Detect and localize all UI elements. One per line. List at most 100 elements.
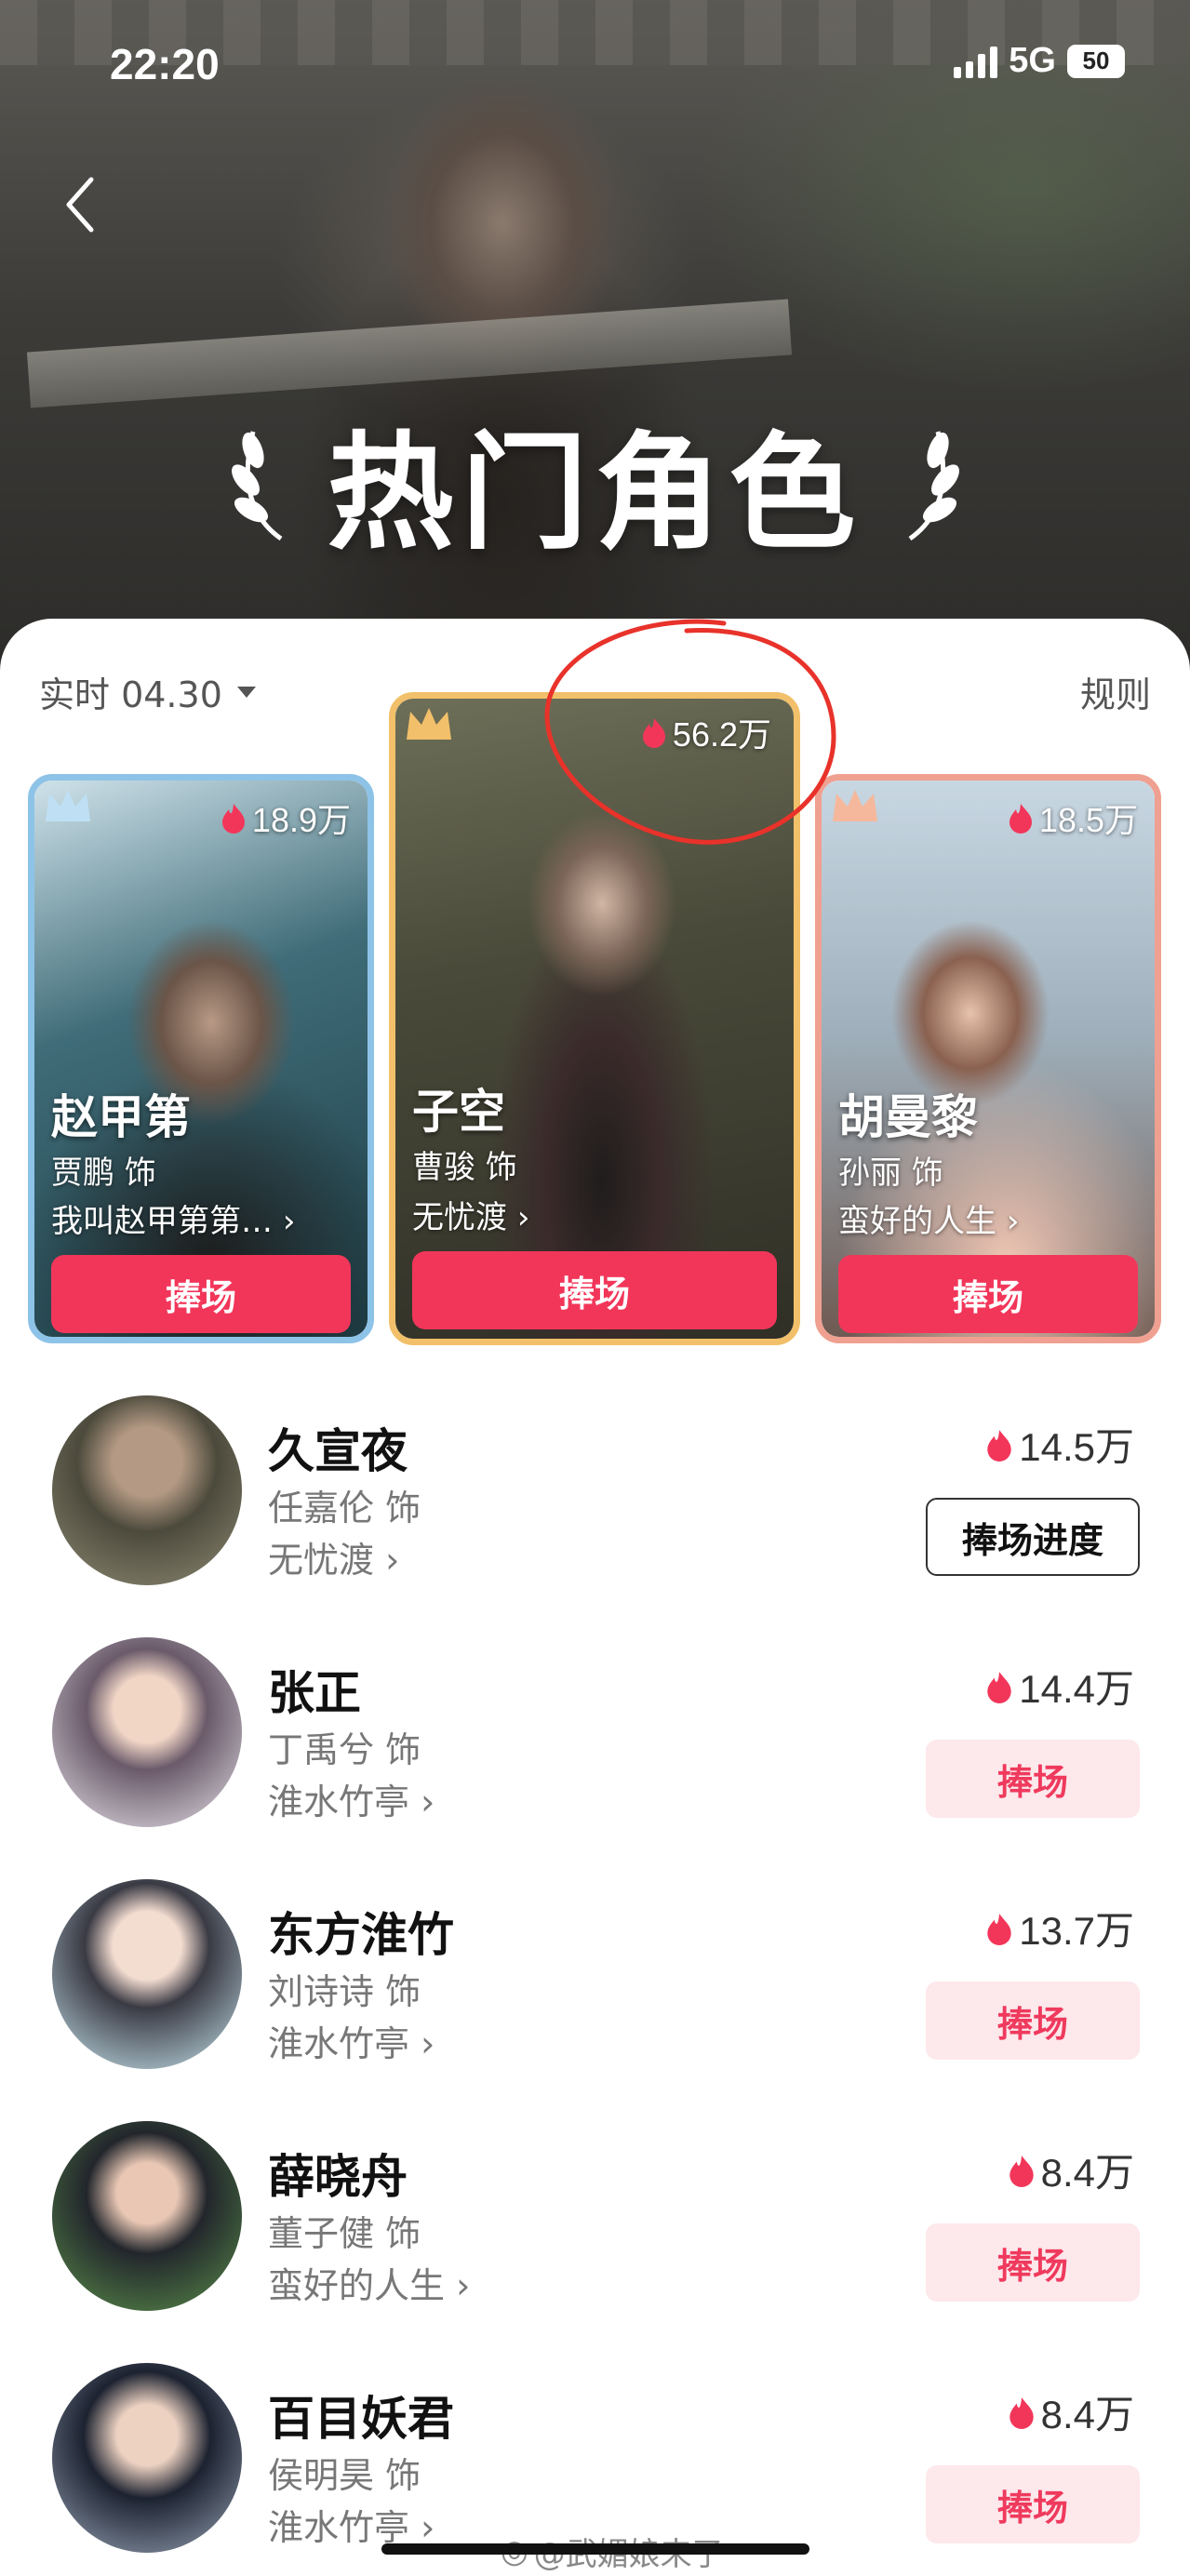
support-button[interactable]: 捧场: [838, 1255, 1138, 1333]
laurel-right-icon: [908, 430, 959, 541]
list-heat: 13.7万: [985, 1900, 1134, 1956]
list-heat: 8.4万: [1008, 2142, 1134, 2198]
chevron-right-icon: ›: [409, 2507, 435, 2548]
rules-link[interactable]: 规则: [1080, 666, 1151, 717]
list-heat: 8.4万: [1008, 2383, 1134, 2440]
avatar: [52, 2363, 242, 2553]
laurel-left-icon: [231, 430, 282, 541]
chevron-right-icon: ›: [409, 2023, 435, 2064]
back-arrow-icon: [66, 177, 94, 233]
list-item[interactable]: 张正 丁禹兮 饰 淮水竹亭 › 14.4万 捧场: [0, 1637, 1190, 1851]
chevron-right-icon: ›: [445, 2265, 471, 2306]
list-show-link[interactable]: 蛮好的人生 ›: [268, 2257, 470, 2308]
title-row: 热门角色: [0, 391, 1190, 574]
card-actor: 孙丽 饰: [838, 1155, 943, 1192]
list-character-name: 百目妖君: [268, 2392, 454, 2446]
support-button[interactable]: 捧场: [926, 1982, 1140, 2060]
flame-icon: [1009, 2155, 1034, 2187]
flame-icon: [987, 1429, 1011, 1462]
home-indicator[interactable]: [381, 2543, 809, 2555]
support-button[interactable]: 捧场: [926, 2465, 1140, 2543]
card-heat: 18.9万: [221, 794, 351, 842]
list-show-title: 淮水竹亭: [268, 1782, 410, 1822]
crown-icon: [46, 790, 90, 821]
avatar: [52, 2121, 242, 2311]
card-show-link[interactable]: 蛮好的人生 ›: [838, 1195, 1019, 1241]
dropdown-caret-icon: [236, 686, 256, 698]
support-button[interactable]: 捧场: [412, 1251, 777, 1329]
date-label: 实时 04.30: [39, 674, 222, 715]
list-heat: 14.5万: [985, 1416, 1134, 1473]
list-character-name: 久宣夜: [268, 1424, 408, 1478]
flame-icon: [1009, 2396, 1034, 2429]
card-show-title: 无忧渡: [412, 1199, 507, 1236]
avatar: [52, 1879, 242, 2069]
flame-icon: [1009, 804, 1032, 834]
top-card-rank-2[interactable]: 18.9万 赵甲第 贾鹏 饰 我叫赵甲第第… › 捧场: [28, 774, 374, 1343]
support-progress-button[interactable]: 捧场进度: [926, 1498, 1140, 1576]
flame-icon: [987, 1913, 1011, 1945]
card-character-name: 胡曼黎: [838, 1090, 978, 1144]
list-character-name: 薛晓舟: [268, 2150, 408, 2204]
card-character-name: 子空: [412, 1085, 505, 1139]
list-show-title: 无忧渡: [268, 1540, 375, 1581]
list-heat-value: 8.4万: [1040, 2151, 1134, 2195]
support-button[interactable]: 捧场: [926, 1740, 1140, 1818]
list-actor: 任嘉伦 饰: [268, 1488, 421, 1528]
card-heat-value: 18.5万: [1038, 801, 1138, 839]
card-character-name: 赵甲第: [51, 1090, 191, 1144]
list-show-link[interactable]: 淮水竹亭 ›: [268, 1773, 435, 1824]
chevron-right-icon: ›: [516, 1199, 530, 1236]
card-portrait: [34, 781, 368, 1337]
crown-icon: [407, 708, 451, 740]
card-show-link[interactable]: 我叫赵甲第第… ›: [51, 1195, 295, 1241]
support-button[interactable]: 捧场: [926, 2223, 1140, 2302]
card-show-link[interactable]: 无忧渡 ›: [412, 1192, 529, 1237]
card-heat: 18.5万: [1008, 794, 1138, 842]
list-show-title: 蛮好的人生: [268, 2265, 446, 2306]
list-show-title: 淮水竹亭: [268, 2507, 410, 2548]
chevron-right-icon: ›: [374, 1540, 400, 1581]
status-time: 22:20: [110, 40, 220, 88]
card-portrait: [822, 781, 1155, 1337]
list-heat-value: 8.4万: [1040, 2393, 1134, 2436]
list-show-title: 淮水竹亭: [268, 2023, 410, 2064]
list-character-name: 张正: [268, 1666, 361, 1720]
list-character-name: 东方淮竹: [268, 1908, 454, 1962]
list-heat: 14.4万: [985, 1658, 1134, 1715]
card-heat-value: 18.9万: [251, 801, 351, 839]
date-dropdown[interactable]: 实时 04.30: [39, 666, 258, 717]
list-show-link[interactable]: 无忧渡 ›: [268, 1531, 399, 1582]
network-type: 5G: [1009, 41, 1056, 80]
list-heat-value: 13.7万: [1019, 1909, 1134, 1953]
signal-icon: [954, 45, 998, 78]
flame-icon: [221, 804, 245, 834]
chevron-right-icon: ›: [282, 1203, 296, 1240]
list-actor: 侯明昊 饰: [268, 2455, 421, 2496]
back-button[interactable]: [52, 167, 108, 242]
hero-banner: [0, 0, 1190, 707]
avatar: [52, 1395, 242, 1585]
support-button[interactable]: 捧场: [51, 1255, 351, 1333]
card-show-title: 我叫赵甲第第…: [51, 1203, 273, 1240]
chevron-right-icon: ›: [1006, 1203, 1020, 1240]
page-title: 热门角色: [327, 420, 863, 567]
list-show-link[interactable]: 淮水竹亭 ›: [268, 2499, 435, 2550]
list-item[interactable]: 东方淮竹 刘诗诗 饰 淮水竹亭 › 13.7万 捧场: [0, 1879, 1190, 2093]
card-actor: 贾鹏 饰: [51, 1155, 156, 1192]
top-card-rank-3[interactable]: 18.5万 胡曼黎 孙丽 饰 蛮好的人生 › 捧场: [815, 774, 1161, 1343]
list-actor: 刘诗诗 饰: [268, 1971, 421, 2012]
list-item[interactable]: 久宣夜 任嘉伦 饰 无忧渡 › 14.5万 捧场进度: [0, 1395, 1190, 1609]
chevron-right-icon: ›: [409, 1782, 435, 1822]
card-show-title: 蛮好的人生: [838, 1203, 996, 1240]
list-actor: 董子健 饰: [268, 2213, 421, 2254]
card-actor: 曹骏 饰: [412, 1149, 517, 1186]
avatar: [52, 1637, 242, 1827]
list-show-link[interactable]: 淮水竹亭 ›: [268, 2015, 435, 2066]
status-icons: 5G 50: [954, 41, 1125, 81]
list-item[interactable]: 薛晓舟 董子健 饰 蛮好的人生 › 8.4万 捧场: [0, 2121, 1190, 2335]
list-heat-value: 14.4万: [1019, 1667, 1134, 1711]
annotation-circle: [544, 619, 836, 845]
flame-icon: [987, 1671, 1011, 1703]
list-actor: 丁禹兮 饰: [268, 1729, 421, 1770]
